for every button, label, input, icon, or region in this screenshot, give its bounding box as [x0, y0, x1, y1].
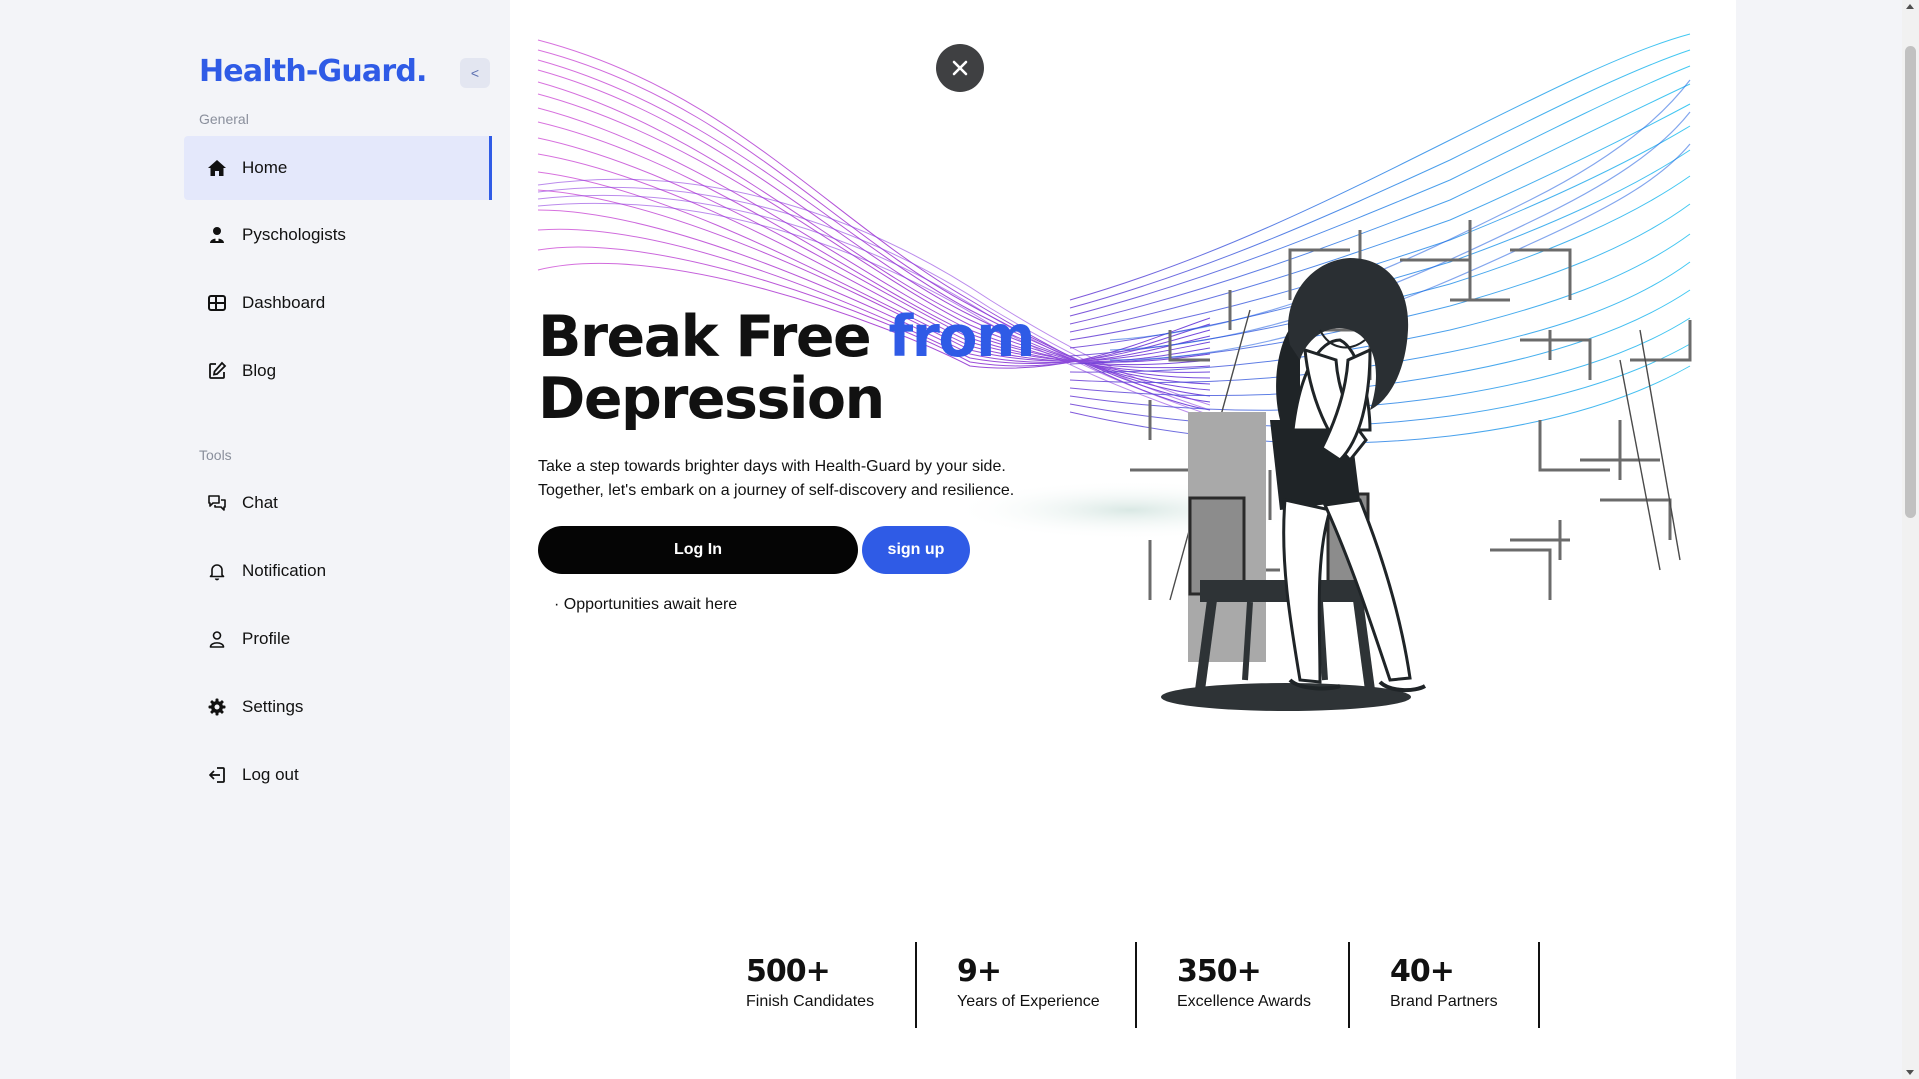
sidebar-item-home[interactable]: Home — [184, 136, 492, 200]
close-button[interactable] — [936, 44, 984, 92]
stat-item: 9+ Years of Experience — [957, 942, 1100, 1028]
sidebar: Health-Guard. < General Home Pyschologis… — [0, 0, 510, 1079]
logout-icon — [206, 764, 228, 786]
stat-item: 500+ Finish Candidates — [746, 942, 874, 1028]
login-button[interactable]: Log In — [538, 526, 858, 574]
hero-title: Break Free from Depression — [538, 304, 1036, 432]
vertical-scrollbar[interactable] — [1902, 0, 1919, 1079]
scroll-up-arrow-icon[interactable] — [1906, 4, 1914, 9]
stat-value: 350+ — [1177, 954, 1262, 989]
user-icon — [206, 628, 228, 650]
signup-button[interactable]: sign up — [862, 526, 970, 574]
hero-description-line2: Together, let's embark on a journey of s… — [538, 482, 1015, 499]
home-icon — [206, 157, 228, 179]
chat-icon — [206, 492, 228, 514]
scrollbar-thumb[interactable] — [1905, 46, 1916, 518]
stat-value: 9+ — [957, 954, 1002, 989]
sidebar-item-label: Home — [242, 158, 288, 177]
dashboard-icon — [206, 292, 228, 314]
stat-divider — [1135, 942, 1137, 1028]
bell-icon — [206, 560, 228, 582]
scroll-down-arrow-icon[interactable] — [1906, 1070, 1914, 1075]
hero-description-line1: Take a step towards brighter days with H… — [538, 458, 1006, 475]
close-icon — [952, 60, 968, 76]
sidebar-item-pyschologists[interactable]: Pyschologists — [184, 203, 492, 267]
stats-bar: 500+ Finish Candidates 9+ Years of Exper… — [510, 942, 1736, 1028]
sidebar-item-settings[interactable]: Settings — [184, 675, 492, 739]
sidebar-item-blog[interactable]: Blog — [184, 339, 492, 403]
psychologist-icon — [206, 224, 228, 246]
brand-logo[interactable]: Health-Guard. — [199, 54, 427, 89]
stat-label: Excellence Awards — [1177, 993, 1311, 1010]
sidebar-item-label: Notification — [242, 561, 327, 580]
hero-title-part2: Depression — [538, 366, 885, 432]
sidebar-item-label: Chat — [242, 493, 278, 512]
gear-icon — [206, 696, 228, 718]
stat-value: 500+ — [746, 954, 831, 989]
sidebar-item-chat[interactable]: Chat — [184, 471, 492, 535]
stat-divider — [1348, 942, 1350, 1028]
opportunities-note: · Opportunities await here — [554, 596, 738, 613]
sidebar-item-dashboard[interactable]: Dashboard — [184, 271, 492, 335]
hero-description: Take a step towards brighter days with H… — [538, 455, 1078, 503]
section-label-general: General — [199, 111, 249, 127]
edit-icon — [206, 360, 228, 382]
sidebar-item-label: Log out — [242, 765, 299, 784]
stat-item: 350+ Excellence Awards — [1177, 942, 1311, 1028]
stat-label: Brand Partners — [1390, 993, 1498, 1010]
stat-item: 40+ Brand Partners — [1390, 942, 1498, 1028]
stat-divider — [1538, 942, 1540, 1028]
stat-label: Finish Candidates — [746, 993, 875, 1010]
sidebar-item-label: Dashboard — [242, 293, 326, 312]
stat-label: Years of Experience — [957, 993, 1100, 1010]
sidebar-item-label: Pyschologists — [242, 225, 346, 244]
sidebar-item-label: Settings — [242, 697, 304, 716]
sidebar-item-label: Blog — [242, 361, 277, 380]
main-content: Break Free from Depression Take a step t… — [510, 0, 1736, 1079]
hero-title-accent: from — [888, 304, 1036, 370]
section-label-tools: Tools — [199, 447, 232, 463]
sidebar-item-profile[interactable]: Profile — [184, 607, 492, 671]
hero-title-part1: Break Free — [538, 304, 889, 370]
stat-divider — [915, 942, 917, 1028]
sidebar-item-notification[interactable]: Notification — [184, 539, 492, 603]
collapse-sidebar-button[interactable]: < — [460, 58, 490, 88]
stat-value: 40+ — [1390, 954, 1455, 989]
sidebar-item-label: Profile — [242, 629, 291, 648]
sidebar-item-logout[interactable]: Log out — [184, 743, 492, 807]
